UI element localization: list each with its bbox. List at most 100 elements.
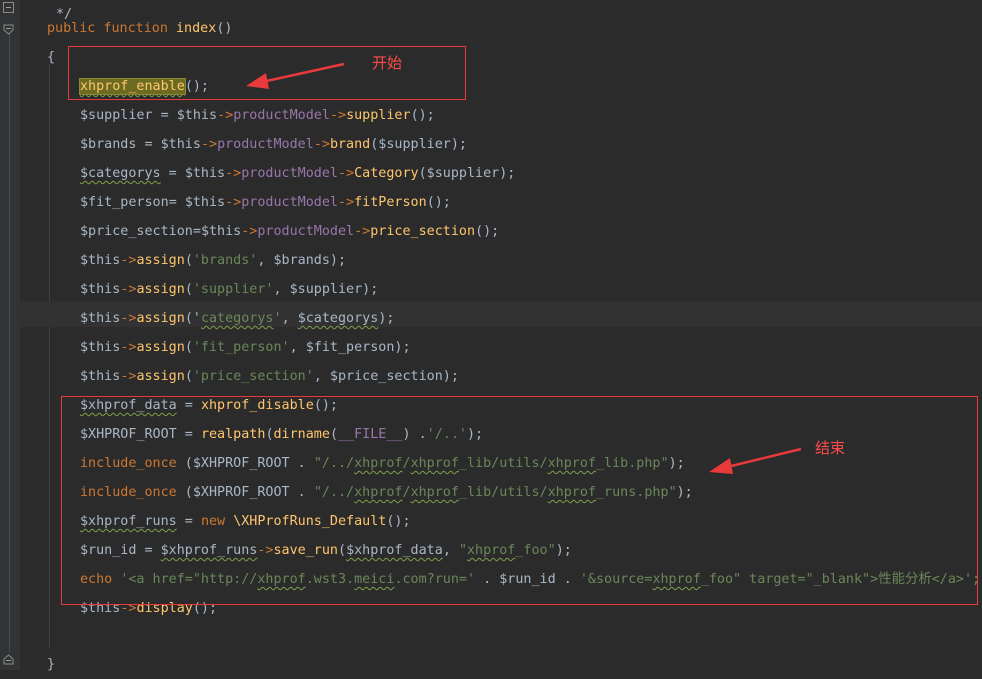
code-token: 'supplier' — [192, 282, 274, 297]
code-token: ' — [273, 311, 282, 326]
code-token: ( — [184, 253, 193, 268]
code-token: -> — [313, 137, 330, 152]
code-token: { — [47, 50, 56, 65]
code-line[interactable]: $price_section=$this->productModel->pric… — [80, 217, 499, 246]
code-token: , $price_section); — [313, 369, 459, 384]
code-token: $categorys — [297, 311, 379, 326]
code-token: -> — [120, 369, 137, 384]
code-token: = — [168, 195, 185, 210]
fold-marker-icon[interactable] — [3, 2, 14, 13]
code-token: = — [160, 166, 185, 181]
code-token: $this — [80, 282, 121, 297]
start-annotation-label: 开始 — [372, 54, 403, 72]
code-token: -> — [354, 224, 371, 239]
code-token: productModel — [257, 224, 355, 239]
code-token: price_section — [370, 224, 476, 239]
code-token: ( — [184, 340, 193, 355]
code-token: $supplier — [80, 108, 153, 123]
code-token: productModel — [241, 166, 338, 181]
code-token: assign — [136, 340, 185, 355]
fold-marker-icon[interactable] — [3, 24, 14, 35]
fold-marker-icon[interactable] — [3, 654, 14, 665]
code-token: $this — [160, 137, 201, 152]
code-token: -> — [225, 166, 242, 181]
code-token: function — [103, 21, 168, 36]
code-token: = — [136, 137, 161, 152]
code-token: fitPerson — [354, 195, 427, 210]
code-token: productModel — [217, 137, 314, 152]
code-token: , $fit_person); — [289, 340, 411, 355]
code-token: $brands — [80, 137, 137, 152]
code-token: -> — [217, 108, 234, 123]
code-token: brand — [329, 137, 371, 152]
code-line[interactable]: $categorys = $this->productModel->Catego… — [80, 159, 515, 188]
code-line[interactable]: $this->assign('fit_person', $fit_person)… — [80, 333, 411, 362]
code-token: , $supplier); — [273, 282, 379, 297]
code-line[interactable]: $this->assign('categorys', $categorys); — [80, 304, 394, 333]
code-token: ( — [184, 369, 193, 384]
code-token: ' — [192, 311, 201, 326]
code-line[interactable]: $fit_person= $this->productModel->fitPer… — [80, 188, 451, 217]
code-token: assign — [136, 282, 185, 297]
code-token: Category — [354, 166, 419, 181]
code-token: -> — [241, 224, 258, 239]
code-token: ( — [184, 311, 193, 326]
code-token: $fit_person — [80, 195, 169, 210]
code-line[interactable]: { — [47, 43, 55, 72]
code-token: () — [216, 21, 233, 36]
code-token: 'brands' — [192, 253, 258, 268]
code-line[interactable]: $brands = $this->productModel->brand($su… — [80, 130, 467, 159]
code-token: -> — [225, 195, 242, 210]
code-token: 'fit_person' — [192, 340, 290, 355]
code-token: -> — [200, 137, 218, 152]
code-token: , $brands); — [257, 253, 347, 268]
code-token: categorys — [200, 311, 274, 326]
code-token: (); — [475, 224, 500, 239]
code-token: assign — [136, 311, 185, 326]
code-token: -> — [120, 253, 137, 268]
code-token: supplier — [346, 108, 411, 123]
code-token: productModel — [233, 108, 330, 123]
code-line[interactable]: $this->assign('price_section', $price_se… — [80, 362, 459, 391]
code-token: -> — [338, 195, 355, 210]
code-token: ( — [184, 282, 193, 297]
code-token: -> — [338, 166, 355, 181]
end-highlight-box — [61, 396, 978, 605]
code-token: (); — [426, 195, 451, 210]
code-line[interactable]: public function index() — [47, 14, 232, 43]
code-line[interactable]: $this->assign('supplier', $supplier); — [80, 275, 378, 304]
code-token: ($supplier); — [370, 137, 467, 152]
code-token: $price_section — [80, 224, 193, 239]
code-token: $this — [176, 108, 218, 123]
code-token: $this — [184, 166, 226, 181]
start-arrow-icon — [246, 62, 345, 89]
code-token: , — [281, 311, 298, 326]
code-token: (); — [410, 108, 435, 123]
code-token: 'price_section' — [192, 369, 314, 384]
code-token: public — [47, 21, 96, 36]
code-token: = — [192, 224, 201, 239]
code-token: $this — [80, 369, 121, 384]
code-token: -> — [329, 108, 347, 123]
indent-guide — [49, 64, 50, 648]
code-line[interactable]: $this->assign('brands', $brands); — [80, 246, 346, 275]
code-token: = — [152, 108, 177, 123]
code-token: $this — [184, 195, 226, 210]
code-token: $this — [80, 253, 121, 268]
editor-gutter — [0, 0, 20, 670]
code-line[interactable]: $supplier = $this->productModel->supplie… — [80, 101, 435, 130]
code-token: $this — [80, 340, 121, 355]
code-token: assign — [136, 369, 185, 384]
code-token: ($supplier); — [418, 166, 516, 181]
code-token: ); — [378, 311, 395, 326]
code-token: index — [176, 21, 217, 36]
fold-guide — [9, 32, 10, 652]
code-token: $this — [80, 311, 121, 326]
code-token: -> — [120, 282, 137, 297]
end-arrow-icon — [709, 447, 802, 474]
code-token: productModel — [241, 195, 338, 210]
code-token: -> — [120, 340, 137, 355]
code-line[interactable]: } — [47, 650, 55, 679]
code-token: $this — [200, 224, 242, 239]
end-annotation-label: 结束 — [815, 439, 846, 457]
